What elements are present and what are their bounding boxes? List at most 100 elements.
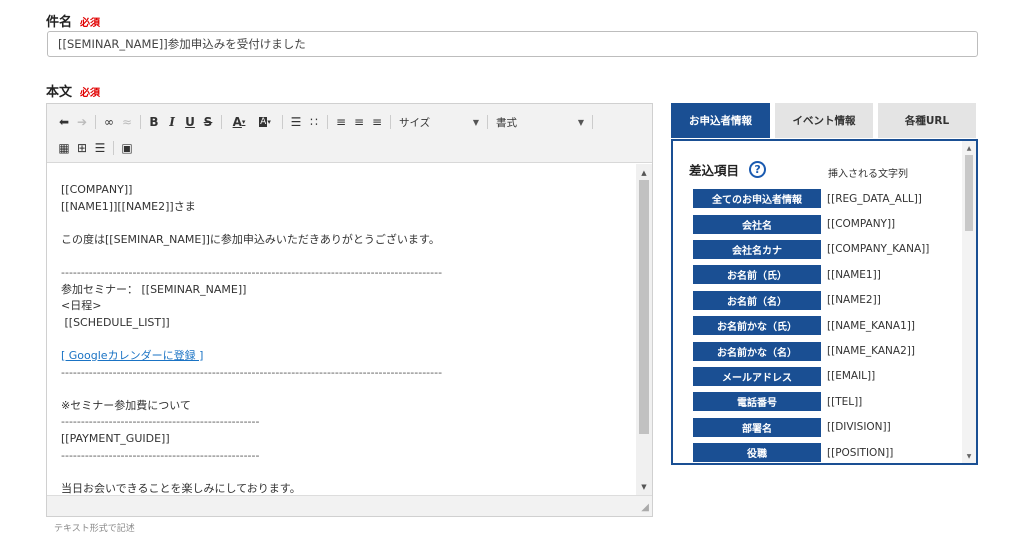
toolbar-separator bbox=[390, 115, 391, 129]
toolbar-separator bbox=[327, 115, 328, 129]
merge-tag-list: 全てのお申込者情報 [[REG_DATA_ALL]] 会社名 [[COMPANY]] 会… bbox=[693, 186, 930, 463]
format-select-label: 書式 bbox=[496, 116, 517, 129]
merge-tag-value: [[TEL]] bbox=[827, 395, 863, 408]
editor-scrollbar-thumb[interactable] bbox=[639, 180, 649, 434]
editor-line: この度は[[SEMINAR_NAME]]に参加申込みいただきありがとうございます… bbox=[61, 232, 440, 246]
subject-required-badge: 必須 bbox=[80, 18, 101, 29]
chevron-down-icon: ▼ bbox=[472, 117, 479, 127]
body-label-text: 本文 bbox=[46, 85, 73, 100]
editor-line: 当日お会いできることを楽しみにしております。 bbox=[61, 481, 301, 495]
resize-handle-icon[interactable]: ◢ bbox=[641, 502, 649, 513]
merge-heading: 差込項目 ? bbox=[689, 160, 767, 179]
unlink-icon[interactable]: ≈ bbox=[118, 112, 136, 132]
merge-tag-button[interactable]: お名前かな（氏） bbox=[693, 316, 821, 336]
editor-toolbar: ⬅ ➔ ∞ ≈ B I U S A▾ A▾ ☰ ∷ ≡ ≡ ≡ サイズ ▼ bbox=[47, 104, 652, 163]
merge-tag-row: 全てのお申込者情報 [[REG_DATA_ALL]] bbox=[693, 186, 929, 211]
bulleted-list-icon[interactable]: ∷ bbox=[305, 112, 323, 132]
undo-icon[interactable]: ⬅ bbox=[55, 112, 73, 132]
redo-icon[interactable]: ➔ bbox=[73, 112, 91, 132]
tab-urls[interactable]: 各種URL bbox=[878, 103, 976, 138]
text-color-button[interactable]: A ▾ bbox=[226, 112, 252, 132]
editor-line: ----------------------------------------… bbox=[61, 365, 443, 379]
align-center-icon[interactable]: ≡ bbox=[350, 112, 368, 132]
subject-label-text: 件名 bbox=[46, 15, 73, 30]
merge-tag-row: お名前かな（名） [[NAME_KANA2]] bbox=[693, 338, 929, 363]
background-color-button[interactable]: A ▾ bbox=[252, 112, 278, 132]
editor-scrollbar[interactable]: ▲ ▼ bbox=[636, 164, 652, 496]
tab-applicant-info[interactable]: お申込者情報 bbox=[671, 103, 770, 138]
merge-tag-row: お名前（氏） [[NAME1]] bbox=[693, 262, 929, 287]
subject-input[interactable] bbox=[47, 31, 978, 57]
editor-content[interactable]: [[COMPANY]] [[NAME1]][[NAME2]]さまこの度は[[SEM… bbox=[47, 164, 636, 496]
merge-tag-button[interactable]: 会社名カナ bbox=[693, 239, 821, 259]
editor-line: ※セミナー参加費について bbox=[61, 398, 191, 412]
merge-tag-value: [[REG_DATA_ALL]] bbox=[827, 192, 922, 205]
body-label: 本文 必須 bbox=[46, 81, 100, 100]
merge-tag-row: メールアドレス [[EMAIL]] bbox=[693, 364, 929, 389]
toolbar-separator bbox=[221, 115, 222, 129]
editor-line: <日程> bbox=[61, 299, 102, 313]
merge-tag-value: [[NAME_KANA1]] bbox=[827, 319, 915, 332]
merge-tag-value: [[DIVISION]] bbox=[827, 421, 891, 434]
image-icon[interactable]: ▣ bbox=[118, 138, 136, 158]
google-calendar-link[interactable]: [ Googleカレンダーに登録 ] bbox=[61, 348, 622, 365]
toolbar-separator bbox=[113, 141, 114, 155]
merge-tag-value: [[COMPANY_KANA]] bbox=[827, 243, 930, 256]
numbered-list-icon[interactable]: ☰ bbox=[287, 112, 305, 132]
merge-tag-panel: お申込者情報 イベント情報 各種URL 差込項目 ? 挿入される文字列 全てのお… bbox=[671, 103, 978, 465]
italic-button[interactable]: I bbox=[163, 112, 181, 132]
toolbar-separator bbox=[140, 115, 141, 129]
merge-tag-button[interactable]: 全てのお申込者情報 bbox=[693, 189, 821, 209]
merge-tag-row: 部署名 [[DIVISION]] bbox=[693, 415, 929, 440]
scroll-up-icon[interactable]: ▲ bbox=[636, 166, 652, 180]
merge-tag-button[interactable]: 電話番号 bbox=[693, 392, 821, 412]
template-icon[interactable]: ▦ bbox=[55, 138, 73, 158]
merge-tag-button[interactable]: お名前（名） bbox=[693, 290, 821, 310]
toolbar-separator bbox=[95, 115, 96, 129]
merge-tag-row: 会社名 [[COMPANY]] bbox=[693, 211, 929, 236]
horizontal-rule-icon[interactable]: ☰ bbox=[91, 138, 109, 158]
merge-tag-row: 役職 [[POSITION]] bbox=[693, 440, 929, 463]
scroll-up-icon[interactable]: ▲ bbox=[962, 142, 976, 154]
editor-line: [[PAYMENT_GUIDE]] bbox=[61, 431, 170, 445]
underline-button[interactable]: U bbox=[181, 112, 199, 132]
merge-tag-button[interactable]: 部署名 bbox=[693, 417, 821, 437]
merge-tag-value: [[POSITION]] bbox=[827, 446, 894, 459]
merge-tag-button[interactable]: メールアドレス bbox=[693, 366, 821, 386]
toolbar-separator bbox=[282, 115, 283, 129]
tab-event-info[interactable]: イベント情報 bbox=[775, 103, 873, 138]
help-text: テキスト形式で記述 bbox=[54, 524, 135, 534]
link-icon[interactable]: ∞ bbox=[100, 112, 118, 132]
editor-statusbar: ◢ bbox=[47, 495, 652, 516]
bold-button[interactable]: B bbox=[145, 112, 163, 132]
scroll-down-icon[interactable]: ▼ bbox=[636, 480, 652, 494]
toolbar-separator bbox=[487, 115, 488, 129]
scroll-down-icon[interactable]: ▼ bbox=[962, 450, 976, 462]
help-icon[interactable]: ? bbox=[749, 161, 767, 178]
merge-tag-button[interactable]: お名前かな（名） bbox=[693, 341, 821, 361]
panel-scrollbar-thumb[interactable] bbox=[965, 155, 973, 231]
editor-line: [[COMPANY]] bbox=[61, 183, 133, 196]
align-left-icon[interactable]: ≡ bbox=[332, 112, 350, 132]
merge-tag-button[interactable]: 会社名 bbox=[693, 214, 821, 234]
merge-tag-button[interactable]: お名前（氏） bbox=[693, 265, 821, 285]
editor-line: ----------------------------------------… bbox=[61, 448, 260, 462]
editor-line: [[NAME1]][[NAME2]]さま bbox=[61, 199, 196, 213]
panel-scrollbar[interactable]: ▲ ▼ bbox=[962, 141, 976, 463]
merge-tag-button[interactable]: 役職 bbox=[693, 443, 821, 463]
format-select[interactable]: 書式 ▼ bbox=[492, 112, 588, 132]
editor-line: ----------------------------------------… bbox=[61, 415, 260, 429]
table-icon[interactable]: ⊞ bbox=[73, 138, 91, 158]
merge-tag-value: [[COMPANY]] bbox=[827, 218, 896, 231]
align-right-icon[interactable]: ≡ bbox=[368, 112, 386, 132]
merge-tag-row: お名前かな（氏） [[NAME_KANA1]] bbox=[693, 313, 929, 338]
font-size-select[interactable]: サイズ ▼ bbox=[395, 112, 483, 132]
strikethrough-button[interactable]: S bbox=[199, 112, 217, 132]
merge-heading-text: 差込項目 bbox=[689, 163, 740, 178]
merge-tag-box: 差込項目 ? 挿入される文字列 全てのお申込者情報 [[REG_DATA_ALL]… bbox=[671, 139, 978, 465]
editor-line: ----------------------------------------… bbox=[61, 265, 443, 279]
merge-tag-value: [[NAME1]] bbox=[827, 268, 881, 281]
